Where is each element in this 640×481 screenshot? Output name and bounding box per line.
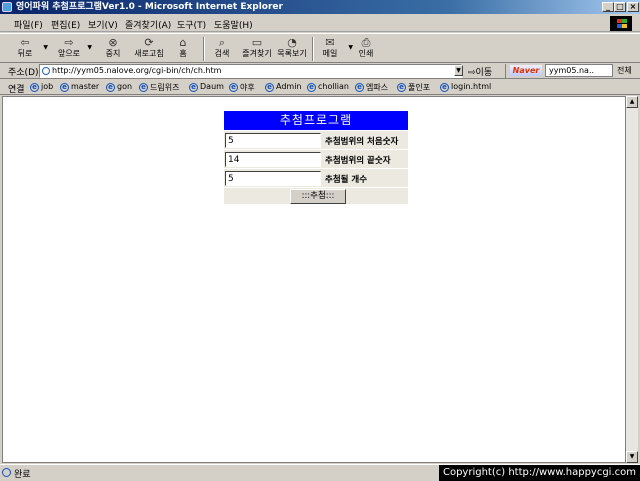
back-dropdown-icon[interactable]: ▼ — [43, 44, 48, 51]
ie-page-icon: e — [355, 83, 364, 92]
go-arrow-icon: ⇨ — [468, 68, 476, 78]
history-icon: ◔ — [287, 36, 297, 49]
ie-page-icon: e — [440, 83, 449, 92]
links-bar: 연결 e job e master e gon e 드림위즈 e Daum e 야후 e Ad… — [0, 80, 640, 95]
home-button[interactable]: ⌂ 홈 — [164, 36, 202, 62]
draw-count-input[interactable] — [225, 171, 321, 186]
printer-icon: ⎙ — [361, 36, 371, 49]
naver-scope-select[interactable]: 전체 — [617, 65, 632, 76]
standard-toolbar: ⇦ 뒤로 ▼ ⇨ 앞으로 ▼ ⊗ 중지 ⟳ 새로고침 ⌂ 홈 ⌕ 검색 ▭ 즐겨… — [0, 33, 640, 63]
ie-app-icon — [2, 2, 12, 12]
menu-tools[interactable]: 도구(T) — [177, 18, 206, 31]
vertical-scrollbar[interactable]: ▲ ▼ — [626, 96, 638, 463]
menu-help[interactable]: 도움말(H) — [214, 18, 253, 31]
search-icon: ⌕ — [218, 36, 226, 49]
forward-arrow-icon: ⇨ — [64, 36, 74, 49]
back-button[interactable]: ⇦ 뒤로 ▼ — [6, 36, 48, 62]
ie-page-icon: e — [60, 83, 69, 92]
mail-icon: ✉ — [325, 36, 335, 49]
link-master[interactable]: e master — [60, 82, 99, 92]
start-number-row: 추첨범위의 처음숫자 — [224, 130, 408, 149]
link-job[interactable]: e job — [30, 82, 53, 92]
end-number-input[interactable] — [225, 152, 321, 167]
address-dropdown-icon[interactable]: ▼ — [454, 65, 463, 76]
refresh-icon: ⟳ — [144, 36, 154, 49]
start-number-label: 추첨범위의 처음숫자 — [325, 137, 399, 147]
maximize-button[interactable]: □ — [614, 2, 626, 12]
naver-toolbar: Naver yym05.na.. 전체 — [505, 64, 640, 78]
ie-page-icon: e — [106, 83, 115, 92]
minimize-button[interactable]: _ — [602, 2, 614, 12]
links-label: 연결 — [8, 85, 25, 95]
stop-button[interactable]: ⊗ 중지 — [94, 36, 132, 62]
form-title: 추첨프로그램 — [224, 111, 408, 130]
link-chollian[interactable]: e chollian — [307, 82, 349, 92]
link-yahoo[interactable]: e 야후 — [229, 82, 255, 93]
page-content: 추첨프로그램 추첨범위의 처음숫자 추첨범위의 끝숫자 추첨될 개수 :::추첨… — [2, 96, 626, 463]
status-text: 완료 — [14, 470, 31, 480]
ie-page-icon: e — [229, 83, 238, 92]
title-bar: 영어파워 추첨프로그램Ver1.0 - Microsoft Internet E… — [0, 0, 640, 14]
naver-search-input[interactable]: yym05.na.. — [545, 64, 613, 77]
link-empas[interactable]: e 엠파스 — [355, 82, 388, 93]
favorites-folder-icon: ▭ — [251, 36, 263, 49]
menu-bar: 파일(F) 편집(E) 보기(V) 즐겨찾기(A) 도구(T) 도움말(H) — [0, 15, 640, 32]
link-dreamwiz[interactable]: e 드림위즈 — [139, 82, 179, 93]
ie-page-icon: e — [265, 83, 274, 92]
print-button[interactable]: ⎙ 인쇄 — [347, 36, 385, 62]
history-button[interactable]: ◔ 목록보기 — [273, 36, 311, 62]
ie-page-icon: e — [30, 83, 39, 92]
back-arrow-icon: ⇦ — [20, 36, 30, 49]
ie-page-icon — [2, 468, 11, 477]
link-login[interactable]: e login.html — [440, 82, 491, 92]
draw-count-label: 추첨될 개수 — [325, 175, 368, 185]
end-number-label: 추첨범위의 끝숫자 — [325, 156, 391, 166]
browser-window: 영어파워 추첨프로그램Ver1.0 - Microsoft Internet E… — [0, 0, 640, 481]
draw-count-row: 추첨될 개수 — [224, 168, 408, 187]
forward-button[interactable]: ⇨ 앞으로 ▼ — [50, 36, 92, 62]
link-admin[interactable]: e Admin — [265, 82, 302, 92]
address-url: http://yym05.nalove.org/cgi-bin/ch/ch.ht… — [52, 66, 222, 75]
address-label: 주소(D) — [8, 68, 39, 78]
forward-dropdown-icon[interactable]: ▼ — [87, 44, 92, 51]
go-button[interactable]: ⇨이동 — [468, 65, 492, 78]
search-button[interactable]: ⌕ 검색 — [203, 36, 241, 62]
home-icon: ⌂ — [179, 36, 187, 49]
menu-file[interactable]: 파일(F) — [14, 18, 43, 31]
ie-page-icon: e — [307, 83, 316, 92]
scroll-down-icon[interactable]: ▼ — [626, 451, 638, 463]
mail-button[interactable]: ✉ 메일 ▼ — [311, 36, 353, 62]
link-fullinfo[interactable]: e 풀인포 — [397, 82, 430, 93]
copyright-notice: Copyright(c) http://www.happycgi.com — [438, 465, 640, 481]
start-number-input[interactable] — [225, 133, 321, 148]
naver-logo[interactable]: Naver — [510, 65, 542, 76]
lottery-form: 추첨프로그램 추첨범위의 처음숫자 추첨범위의 끝숫자 추첨될 개수 :::추첨… — [224, 111, 408, 204]
ie-page-icon: e — [139, 83, 148, 92]
submit-row: :::추첨::: — [224, 187, 408, 204]
menu-favorites[interactable]: 즐겨찾기(A) — [125, 18, 171, 31]
stop-icon: ⊗ — [108, 36, 118, 49]
status-bar: 완료 Copyright(c) http://www.happycgi.com — [0, 464, 640, 481]
scroll-up-icon[interactable]: ▲ — [626, 96, 638, 108]
menu-edit[interactable]: 편집(E) — [51, 18, 80, 31]
address-bar: 주소(D) http://yym05.nalove.org/cgi-bin/ch… — [0, 63, 640, 79]
address-input[interactable]: http://yym05.nalove.org/cgi-bin/ch/ch.ht… — [39, 64, 462, 78]
end-number-row: 추첨범위의 끝숫자 — [224, 149, 408, 168]
draw-button[interactable]: :::추첨::: — [290, 189, 346, 204]
menu-view[interactable]: 보기(V) — [88, 18, 118, 31]
window-title: 영어파워 추첨프로그램Ver1.0 - Microsoft Internet E… — [16, 2, 283, 12]
favorites-button[interactable]: ▭ 즐겨찾기 — [238, 36, 276, 62]
ie-page-icon: e — [397, 83, 406, 92]
link-daum[interactable]: e Daum — [189, 82, 224, 92]
page-icon — [42, 67, 50, 75]
windows-logo-icon — [610, 16, 632, 31]
refresh-button[interactable]: ⟳ 새로고침 — [130, 36, 168, 62]
ie-page-icon: e — [189, 83, 198, 92]
close-button[interactable]: × — [627, 2, 639, 12]
link-gon[interactable]: e gon — [106, 82, 132, 92]
